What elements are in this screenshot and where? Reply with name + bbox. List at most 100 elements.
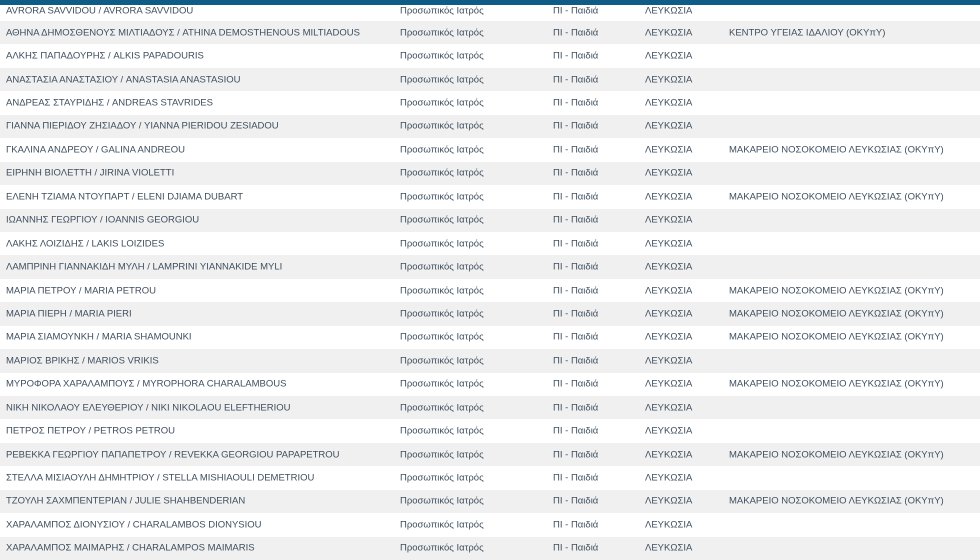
district-cell: ΛΕΥΚΩΣΙΑ (645, 167, 693, 179)
doctor-type-cell: Προσωπικός Ιατρός (400, 542, 484, 554)
table-row[interactable]: ΜΑΡΙΑ ΠΕΤΡΟΥ / MARIA PETROU Προσωπικός Ια… (0, 279, 980, 302)
table-row[interactable]: ΙΩΑΝΝΗΣ ΓΕΩΡΓΙΟΥ / IOANNIS GEORGIOU Προσω… (0, 208, 980, 232)
table-row[interactable]: ΧΑΡΑΛΑΜΠΟΣ ΜΑΙΜΑΡΗΣ / CHARALAMPOS MAIMAR… (0, 536, 980, 560)
doctor-type-cell: Προσωπικός Ιατρός (400, 214, 484, 226)
district-cell: ΛΕΥΚΩΣΙΑ (645, 449, 693, 461)
district-cell: ΛΕΥΚΩΣΙΑ (645, 519, 693, 531)
district-cell: ΛΕΥΚΩΣΙΑ (645, 542, 693, 554)
table-row[interactable]: ΜΥΡΟΦΟΡΑ ΧΑΡΑΛΑΜΠΟΥΣ / MYROPHORA CHARALA… (0, 373, 980, 396)
district-cell: ΛΕΥΚΩΣΙΑ (645, 50, 693, 62)
doctor-type-cell: Προσωπικός Ιατρός (400, 167, 484, 179)
district-cell: ΛΕΥΚΩΣΙΑ (645, 5, 693, 17)
doctor-type-cell: Προσωπικός Ιατρός (400, 5, 484, 17)
doctor-name-cell: ΕΙΡΗΝΗ ΒΙΟΛΕΤΤΗ / JIRINA VIOLETTI (6, 167, 175, 179)
doctor-type-cell: Προσωπικός Ιατρός (400, 472, 484, 484)
table-row[interactable]: ΓΙΑΝΝΑ ΠΙΕΡΙΔΟΥ ΖΗΣΙΑΔΟΥ / YIANNA PIERID… (0, 114, 980, 139)
facility-cell: ΜΑΚΑΡΕΙΟ ΝΟΣΟΚΟΜΕΙΟ ΛΕΥΚΩΣΙΑΣ (ΟΚΥπΥ) (729, 495, 944, 507)
specialty-cell: ΠΙ - Παιδιά (553, 331, 599, 343)
table-row[interactable]: ΕΛΕΝΗ ΤΖΙΑΜΑ ΝΤΟΥΠΑΡΤ / ELENI DJIAMA DUB… (0, 185, 980, 208)
doctor-type-cell: Προσωπικός Ιατρός (400, 191, 484, 203)
specialty-cell: ΠΙ - Παιδιά (553, 74, 599, 86)
table-row[interactable]: ΕΙΡΗΝΗ ΒΙΟΛΕΤΤΗ / JIRINA VIOLETTI Προσωπι… (0, 161, 980, 186)
table-row[interactable]: ΑΝΔΡΕΑΣ ΣΤΑΥΡΙΔΗΣ / ANDREAS STAVRIDES Προ… (0, 91, 980, 114)
specialty-cell: ΠΙ - Παιδιά (553, 402, 599, 414)
doctor-type-cell: Προσωπικός Ιατρός (400, 74, 484, 86)
doctor-name-cell: ΛΑΚΗΣ ΛΟΙΖΙΔΗΣ / LAKIS LOIZIDES (6, 238, 165, 250)
facility-cell: ΜΑΚΑΡΕΙΟ ΝΟΣΟΚΟΜΕΙΟ ΛΕΥΚΩΣΙΑΣ (ΟΚΥπΥ) (729, 144, 944, 156)
specialty-cell: ΠΙ - Παιδιά (553, 191, 599, 203)
doctor-name-cell: ΓΚΑΛΙΝΑ ΑΝΔΡΕΟΥ / GALINA ANDREOU (6, 144, 186, 156)
district-cell: ΛΕΥΚΩΣΙΑ (645, 27, 693, 39)
doctor-name-cell: ΑΝΔΡΕΑΣ ΣΤΑΥΡΙΔΗΣ / ANDREAS STAVRIDES (6, 97, 213, 109)
district-cell: ΛΕΥΚΩΣΙΑ (645, 74, 693, 86)
doctor-type-cell: Προσωπικός Ιατρός (400, 378, 484, 390)
specialty-cell: ΠΙ - Παιδιά (553, 495, 599, 507)
district-cell: ΛΕΥΚΩΣΙΑ (645, 120, 693, 132)
district-cell: ΛΕΥΚΩΣΙΑ (645, 425, 693, 437)
specialty-cell: ΠΙ - Παιδιά (553, 542, 599, 554)
district-cell: ΛΕΥΚΩΣΙΑ (645, 238, 693, 250)
specialty-cell: ΠΙ - Παιδιά (553, 27, 599, 39)
doctor-name-cell: ΙΩΑΝΝΗΣ ΓΕΩΡΓΙΟΥ / IOANNIS GEORGIOU (6, 214, 200, 226)
specialty-cell: ΠΙ - Παιδιά (553, 97, 599, 109)
table-row[interactable]: ΝΙΚΗ ΝΙΚΟΛΑΟΥ ΕΛΕΥΘΕΡΙΟΥ / NIKI NIKOLAOU… (0, 396, 980, 420)
specialty-cell: ΠΙ - Παιδιά (553, 519, 599, 531)
specialty-cell: ΠΙ - Παιδιά (553, 425, 599, 437)
specialty-cell: ΠΙ - Παιδιά (553, 285, 599, 297)
table-row[interactable]: ΑΝΑΣΤΑΣΙΑ ΑΝΑΣΤΑΣΙΟΥ / ANASTASIA ANASTAS… (0, 67, 980, 92)
table-row[interactable]: ΓΚΑΛΙΝΑ ΑΝΔΡΕΟΥ / GALINA ANDREOU Προσωπικ… (0, 138, 980, 161)
facility-cell: ΜΑΚΑΡΕΙΟ ΝΟΣΟΚΟΜΕΙΟ ΛΕΥΚΩΣΙΑΣ (ΟΚΥπΥ) (729, 191, 944, 203)
doctor-name-cell: ΜΑΡΙΟΣ ΒΡΙΚΗΣ / MARIOS VRIKIS (6, 355, 159, 367)
doctor-type-cell: Προσωπικός Ιατρός (400, 50, 484, 62)
doctor-name-cell: ΓΙΑΝΝΑ ΠΙΕΡΙΔΟΥ ΖΗΣΙΑΔΟΥ / YIANNA PIERID… (6, 120, 279, 132)
table-row[interactable]: ΜΑΡΙΑ ΣΙΑΜΟΥΝΚΗ / MARIA SHAMOUNKI Προσωπι… (0, 326, 980, 349)
specialty-cell: ΠΙ - Παιδιά (553, 378, 599, 390)
specialty-cell: ΠΙ - Παιδιά (553, 261, 599, 273)
district-cell: ΛΕΥΚΩΣΙΑ (645, 191, 693, 203)
doctor-type-cell: Προσωπικός Ιατρός (400, 331, 484, 343)
table-row[interactable]: ΡΕΒΕΚΚΑ ΓΕΩΡΓΙΟΥ ΠΑΠΑΠΕΤΡΟΥ / REVEKKA GE… (0, 442, 980, 467)
doctor-name-cell: ΜΑΡΙΑ ΣΙΑΜΟΥΝΚΗ / MARIA SHAMOUNKI (6, 331, 192, 343)
doctor-name-cell: ΝΙΚΗ ΝΙΚΟΛΑΟΥ ΕΛΕΥΘΕΡΙΟΥ / NIKI NIKOLAOU… (6, 402, 291, 414)
table-row[interactable]: ΑΛΚΗΣ ΠΑΠΑΔΟΥΡΗΣ / ALKIS PAPADOURIS Προσω… (0, 44, 980, 67)
specialty-cell: ΠΙ - Παιδιά (553, 472, 599, 484)
doctor-type-cell: Προσωπικός Ιατρός (400, 97, 484, 109)
table-row[interactable]: ΧΑΡΑΛΑΜΠΟΣ ΔΙΟΝΥΣΙΟΥ / CHARALAMBOS DIONY… (0, 513, 980, 536)
table-row[interactable]: ΜΑΡΙΑ ΠΙΕΡΗ / MARIA PIERI Προσωπικός Ιατρ… (0, 302, 980, 326)
doctor-name-cell: AVRORA SAVVIDOU / AVRORA SAVVIDOU (6, 5, 194, 17)
table-row[interactable]: ΣΤΕΛΛΑ ΜΙΣΙΑΟΥΛΗ ΔΗΜΗΤΡΙΟΥ / STELLA MISH… (0, 466, 980, 489)
district-cell: ΛΕΥΚΩΣΙΑ (645, 495, 693, 507)
doctor-name-cell: ΑΝΑΣΤΑΣΙΑ ΑΝΑΣΤΑΣΙΟΥ / ANASTASIA ANASTAS… (6, 74, 241, 86)
doctor-name-cell: ΛΑΜΠΡΙΝΗ ΓΙΑΝΝΑΚΙΔΗ ΜΥΛΗ / LAMPRINI YIAN… (6, 261, 283, 273)
table-row[interactable]: ΠΕΤΡΟΣ ΠΕΤΡΟΥ / PETROS PETROU Προσωπικός … (0, 419, 980, 442)
doctor-name-cell: ΑΘΗΝΑ ΔΗΜΟΣΘΕΝΟΥΣ ΜΙΛΤΙΑΔΟΥΣ / ATHINA DE… (6, 27, 360, 39)
doctor-type-cell: Προσωπικός Ιατρός (400, 144, 484, 156)
facility-cell: ΜΑΚΑΡΕΙΟ ΝΟΣΟΚΟΜΕΙΟ ΛΕΥΚΩΣΙΑΣ (ΟΚΥπΥ) (729, 378, 944, 390)
facility-cell: ΜΑΚΑΡΕΙΟ ΝΟΣΟΚΟΜΕΙΟ ΛΕΥΚΩΣΙΑΣ (ΟΚΥπΥ) (729, 285, 944, 297)
doctors-table: AVRORA SAVVIDOU / AVRORA SAVVIDOU Προσωπι… (0, 0, 980, 560)
district-cell: ΛΕΥΚΩΣΙΑ (645, 355, 693, 367)
specialty-cell: ΠΙ - Παιδιά (553, 355, 599, 367)
doctor-name-cell: ΧΑΡΑΛΑΜΠΟΣ ΜΑΙΜΑΡΗΣ / CHARALAMPOS MAIMAR… (6, 542, 255, 554)
specialty-cell: ΠΙ - Παιδιά (553, 5, 599, 17)
doctor-name-cell: ΜΑΡΙΑ ΠΕΤΡΟΥ / MARIA PETROU (6, 285, 156, 297)
table-row[interactable]: ΑΘΗΝΑ ΔΗΜΟΣΘΕΝΟΥΣ ΜΙΛΤΙΑΔΟΥΣ / ATHINA DE… (0, 21, 980, 45)
doctor-name-cell: ΑΛΚΗΣ ΠΑΠΑΔΟΥΡΗΣ / ALKIS PAPADOURIS (6, 50, 204, 62)
top-header-bar (0, 0, 980, 5)
doctor-type-cell: Προσωπικός Ιατρός (400, 261, 484, 273)
district-cell: ΛΕΥΚΩΣΙΑ (645, 472, 693, 484)
doctor-name-cell: ΠΕΤΡΟΣ ΠΕΤΡΟΥ / PETROS PETROU (6, 425, 176, 437)
doctor-name-cell: ΡΕΒΕΚΚΑ ΓΕΩΡΓΙΟΥ ΠΑΠΑΠΕΤΡΟΥ / REVEKKA GE… (6, 449, 340, 461)
doctor-type-cell: Προσωπικός Ιατρός (400, 355, 484, 367)
district-cell: ΛΕΥΚΩΣΙΑ (645, 308, 693, 320)
table-row[interactable]: ΤΖΟΥΛΗ ΣΑΧΜΠΕΝΤΕΡΙΑΝ / JULIE SHAHBENDERI… (0, 489, 980, 514)
specialty-cell: ΠΙ - Παιδιά (553, 238, 599, 250)
table-row[interactable]: ΛΑΜΠΡΙΝΗ ΓΙΑΝΝΑΚΙΔΗ ΜΥΛΗ / LAMPRINI YIAN… (0, 255, 980, 279)
facility-cell: ΜΑΚΑΡΕΙΟ ΝΟΣΟΚΟΜΕΙΟ ΛΕΥΚΩΣΙΑΣ (ΟΚΥπΥ) (729, 449, 944, 461)
specialty-cell: ΠΙ - Παιδιά (553, 308, 599, 320)
table-row[interactable]: ΜΑΡΙΟΣ ΒΡΙΚΗΣ / MARIOS VRIKIS Προσωπικός … (0, 349, 980, 373)
table-row[interactable]: ΛΑΚΗΣ ΛΟΙΖΙΔΗΣ / LAKIS LOIZIDES Προσωπικό… (0, 232, 980, 255)
district-cell: ΛΕΥΚΩΣΙΑ (645, 261, 693, 273)
doctor-name-cell: ΕΛΕΝΗ ΤΖΙΑΜΑ ΝΤΟΥΠΑΡΤ / ELENI DJIAMA DUB… (6, 191, 244, 203)
doctor-type-cell: Προσωπικός Ιατρός (400, 425, 484, 437)
